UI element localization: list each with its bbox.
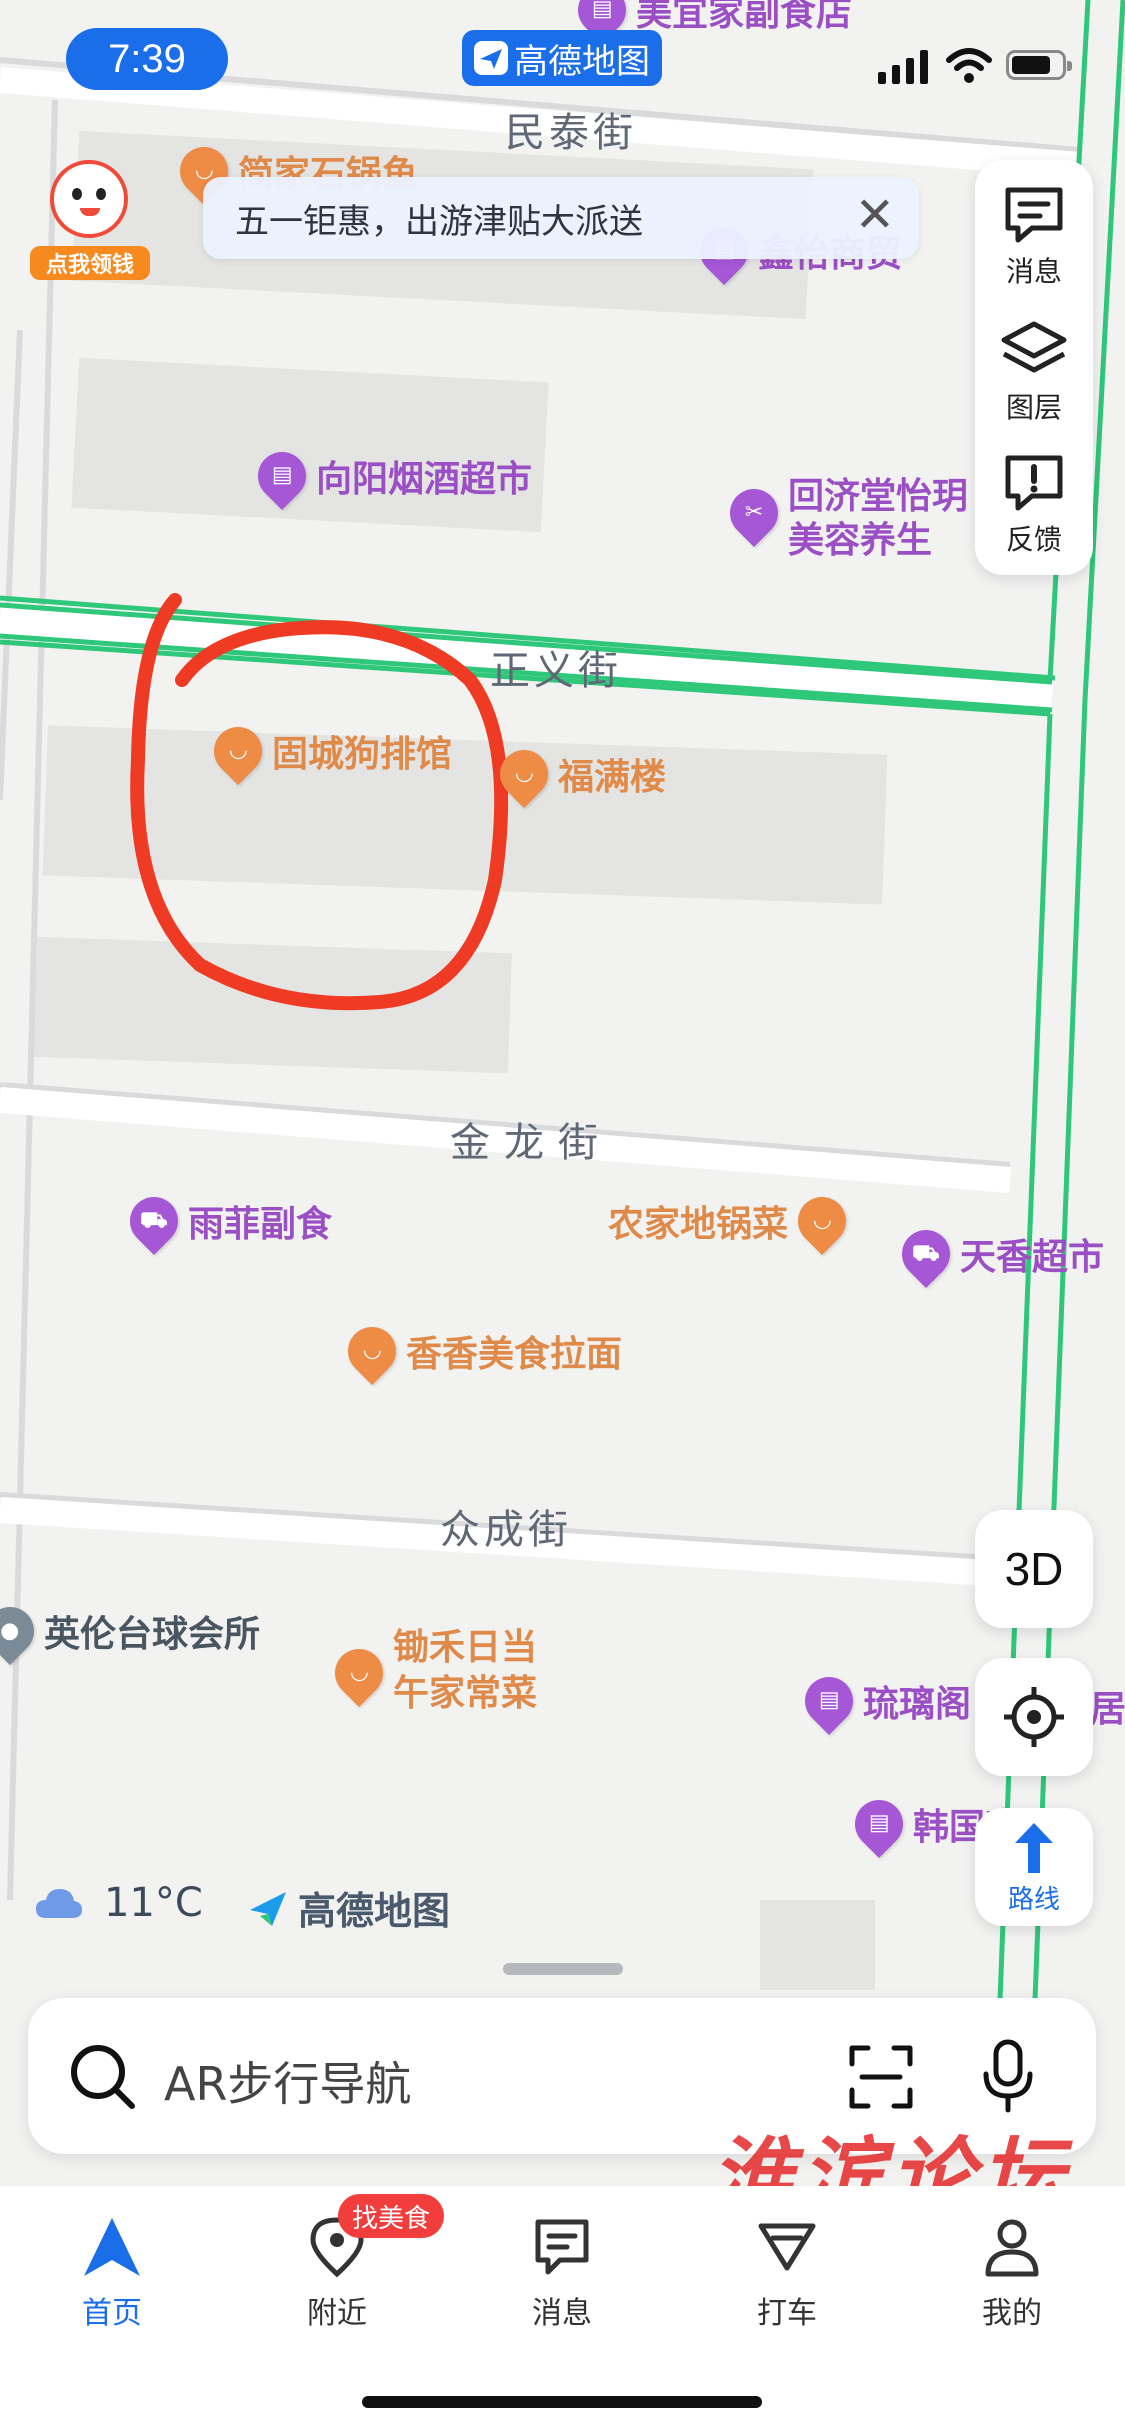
promo-banner[interactable]: 五一钜惠，出游津贴大派送 ✕ xyxy=(203,177,919,259)
search-placeholder: AR步行导航 xyxy=(164,2057,412,2111)
microphone-icon[interactable] xyxy=(980,2038,1036,2114)
restaurant-pin-icon: ◡ xyxy=(490,740,558,808)
tab-home[interactable]: 首页 xyxy=(32,2216,192,2332)
sheet-drag-handle[interactable] xyxy=(503,1963,623,1975)
shop-pin-icon: ▤ xyxy=(248,442,316,510)
poi-restaurant[interactable]: ◡ 福满楼 xyxy=(490,740,666,808)
road-network xyxy=(0,0,1125,2001)
street-label: 正义街 xyxy=(490,648,622,694)
scissors-pin-icon: ✂ xyxy=(720,479,788,547)
nearby-food-badge: 找美食 xyxy=(338,2194,444,2238)
banner-text: 五一钜惠，出游津贴大派送 xyxy=(235,201,643,242)
place-pin-icon: ● xyxy=(0,1597,44,1665)
map-canvas[interactable]: 民泰街 正义街 金龙街 众成街 ▤ 美宜家副食店 ◡ 简家石锅鱼 ▤ 鑫怡商贸 … xyxy=(0,0,1125,2200)
poi-place[interactable]: ● 英伦台球会所 xyxy=(0,1597,260,1665)
status-bar: 7:39 高德地图 xyxy=(0,0,1125,120)
message-icon xyxy=(1005,187,1063,243)
side-layers-button[interactable]: 图层 xyxy=(975,320,1093,426)
locate-button[interactable] xyxy=(975,1658,1093,1776)
shop-pin-icon: ▤ xyxy=(795,1667,863,1735)
street-label: 众成街 xyxy=(440,1507,572,1553)
status-time: 7:39 xyxy=(66,28,228,90)
tab-profile[interactable]: 我的 xyxy=(932,2216,1092,2332)
restaurant-pin-icon: ◡ xyxy=(325,1639,393,1707)
home-indicator xyxy=(362,2396,762,2408)
poi-place[interactable]: 居 xyxy=(1090,1680,1125,1732)
navigation-arrow-icon xyxy=(84,2218,140,2276)
wifi-icon xyxy=(946,48,992,83)
3d-toggle-button[interactable]: 3D xyxy=(975,1510,1093,1628)
poi-restaurant[interactable]: ◡ 农家地锅菜 xyxy=(608,1187,856,1255)
restaurant-pin-icon: ◡ xyxy=(788,1187,856,1255)
promo-money-button[interactable]: 点我领钱 xyxy=(30,160,150,280)
poi-restaurant-circled[interactable]: ◡ 固城狗排馆 xyxy=(204,717,452,785)
route-arrow-icon xyxy=(1015,1822,1053,1873)
poi-restaurant[interactable]: ◡ 香香美食拉面 xyxy=(338,1317,622,1385)
promo-label: 点我领钱 xyxy=(30,246,150,280)
amap-logo-icon xyxy=(250,1891,286,1926)
poi-shop[interactable]: ⛟ 雨菲副食 xyxy=(120,1187,332,1255)
tab-messages[interactable]: 消息 xyxy=(482,2216,642,2332)
cart-pin-icon: ⛟ xyxy=(120,1187,188,1255)
side-feedback-button[interactable]: 反馈 xyxy=(975,454,1093,558)
cart-pin-icon: ⛟ xyxy=(892,1220,960,1288)
signal-icon xyxy=(878,50,928,84)
route-button[interactable]: 路线 xyxy=(975,1808,1093,1926)
tab-taxi[interactable]: 打车 xyxy=(707,2216,867,2332)
mascot-icon xyxy=(50,160,128,238)
poi-restaurant[interactable]: ◡ 锄禾日当 午家常菜 xyxy=(325,1625,537,1717)
layers-icon xyxy=(1001,321,1067,373)
user-icon xyxy=(985,2219,1039,2277)
poi-beauty[interactable]: ✂ 回济堂怡玥 美容养生 xyxy=(720,475,968,563)
map-brand-logo: 高德地图 xyxy=(246,1880,450,1935)
amap-logo-icon xyxy=(474,41,508,75)
shop-pin-icon: ▤ xyxy=(845,1790,913,1858)
app-indicator[interactable]: 高德地图 xyxy=(462,30,662,86)
feedback-icon xyxy=(1005,455,1063,511)
restaurant-pin-icon: ◡ xyxy=(338,1317,406,1385)
search-icon xyxy=(71,2045,135,2109)
taxi-icon xyxy=(758,2223,816,2271)
crosshair-icon xyxy=(1004,1687,1064,1747)
scan-icon[interactable] xyxy=(848,2044,914,2110)
poi-shop[interactable]: ▤ 向阳烟酒超市 xyxy=(248,442,532,510)
weather-widget[interactable]: 11°C xyxy=(34,1880,203,1926)
close-icon[interactable]: ✕ xyxy=(855,191,895,239)
map-side-panel: 消息 图层 反馈 xyxy=(975,160,1093,575)
battery-icon xyxy=(1006,50,1072,80)
message-icon xyxy=(535,2219,589,2275)
poi-shop[interactable]: ▤ 琉璃阁 xyxy=(795,1667,971,1735)
cloud-icon xyxy=(36,1889,82,1918)
street-label: 金龙街 xyxy=(450,1120,612,1166)
side-messages-button[interactable]: 消息 xyxy=(975,186,1093,290)
poi-shop[interactable]: ⛟ 天香超市 xyxy=(892,1220,1104,1288)
restaurant-pin-icon: ◡ xyxy=(204,717,272,785)
